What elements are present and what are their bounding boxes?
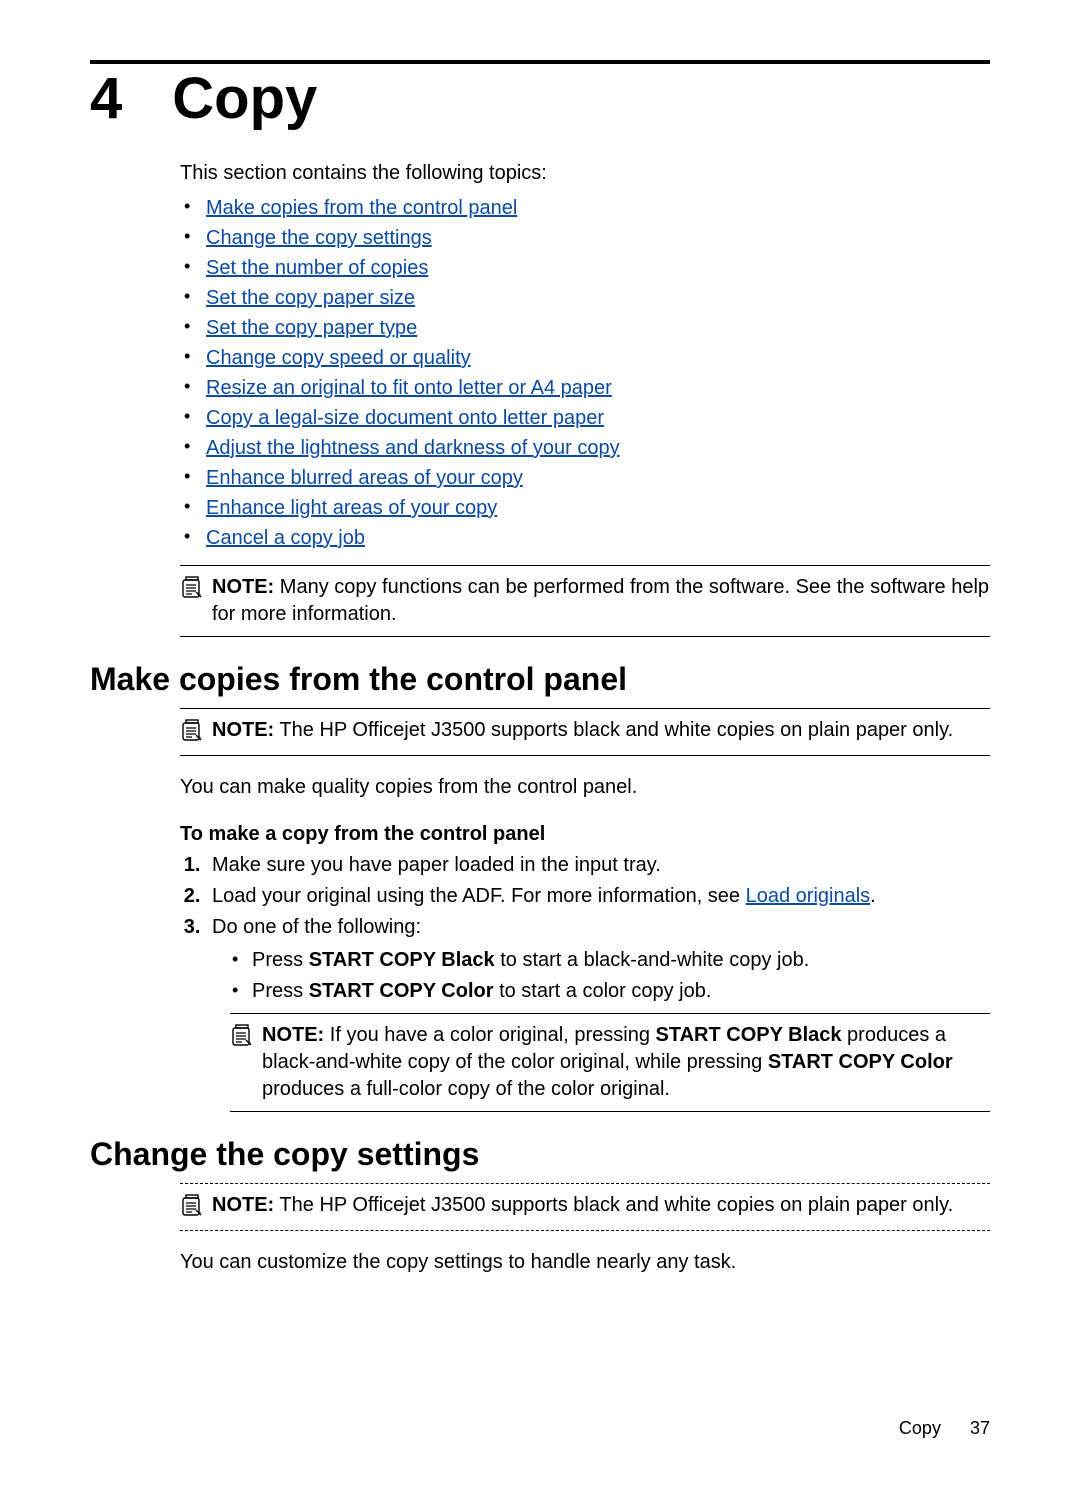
- section2-para: You can customize the copy settings to h…: [180, 1249, 990, 1276]
- note-icon: [230, 1024, 252, 1054]
- toc-link[interactable]: Adjust the lightness and darkness of you…: [206, 437, 620, 459]
- step-2: Load your original using the ADF. For mo…: [206, 883, 990, 910]
- step3-bullet-black: Press START COPY Black to start a black-…: [230, 947, 990, 974]
- note-icon: [180, 1194, 202, 1222]
- toc-link[interactable]: Set the number of copies: [206, 257, 428, 279]
- section-heading-change-settings: Change the copy settings: [90, 1136, 990, 1173]
- chapter-title: Copy: [172, 70, 317, 128]
- toc-link[interactable]: Cancel a copy job: [206, 527, 365, 549]
- section1-subhead: To make a copy from the control panel: [180, 823, 990, 846]
- note-icon: [180, 719, 202, 747]
- note-box-s1: NOTE: The HP Officejet J3500 supports bl…: [180, 708, 990, 756]
- steps-list: Make sure you have paper loaded in the i…: [180, 852, 990, 1112]
- note-text: Many copy functions can be performed fro…: [212, 576, 989, 625]
- toc-link[interactable]: Set the copy paper type: [206, 317, 417, 339]
- section1-para: You can make quality copies from the con…: [180, 774, 990, 801]
- note-label: NOTE:: [212, 719, 274, 741]
- toc-link[interactable]: Resize an original to fit onto letter or…: [206, 377, 612, 399]
- footer-section: Copy: [899, 1418, 941, 1438]
- note-label: NOTE:: [212, 576, 274, 598]
- toc-link[interactable]: Change copy speed or quality: [206, 347, 471, 369]
- top-rule: [90, 60, 990, 64]
- note-text: The HP Officejet J3500 supports black an…: [279, 719, 953, 741]
- note-box-toc: NOTE: Many copy functions can be perform…: [180, 565, 990, 637]
- toc-link[interactable]: Set the copy paper size: [206, 287, 415, 309]
- toc-link[interactable]: Enhance blurred areas of your copy: [206, 467, 523, 489]
- step3-sublist: Press START COPY Black to start a black-…: [230, 947, 990, 1005]
- step-3: Do one of the following: Press START COP…: [206, 914, 990, 1112]
- load-originals-link[interactable]: Load originals: [746, 885, 871, 907]
- note-icon: [180, 576, 202, 604]
- note-text: The HP Officejet J3500 supports black an…: [279, 1194, 953, 1216]
- chapter-heading: 4 Copy: [90, 70, 990, 128]
- chapter-number: 4: [90, 70, 122, 128]
- step-1: Make sure you have paper loaded in the i…: [206, 852, 990, 879]
- page-footer: Copy 37: [899, 1418, 990, 1439]
- note-box-step3: NOTE: If you have a color original, pres…: [230, 1013, 990, 1112]
- intro-text: This section contains the following topi…: [180, 162, 990, 185]
- footer-page-number: 37: [970, 1418, 990, 1438]
- toc-link[interactable]: Make copies from the control panel: [206, 197, 517, 219]
- toc-link[interactable]: Change the copy settings: [206, 227, 432, 249]
- note-label: NOTE:: [262, 1024, 324, 1046]
- toc-link[interactable]: Copy a legal-size document onto letter p…: [206, 407, 604, 429]
- section-heading-make-copies: Make copies from the control panel: [90, 661, 990, 698]
- note-box-s2: NOTE: The HP Officejet J3500 supports bl…: [180, 1183, 990, 1231]
- toc-link[interactable]: Enhance light areas of your copy: [206, 497, 497, 519]
- step3-bullet-color: Press START COPY Color to start a color …: [230, 978, 990, 1005]
- note-label: NOTE:: [212, 1194, 274, 1216]
- toc-list: Make copies from the control panel Chang…: [180, 195, 990, 551]
